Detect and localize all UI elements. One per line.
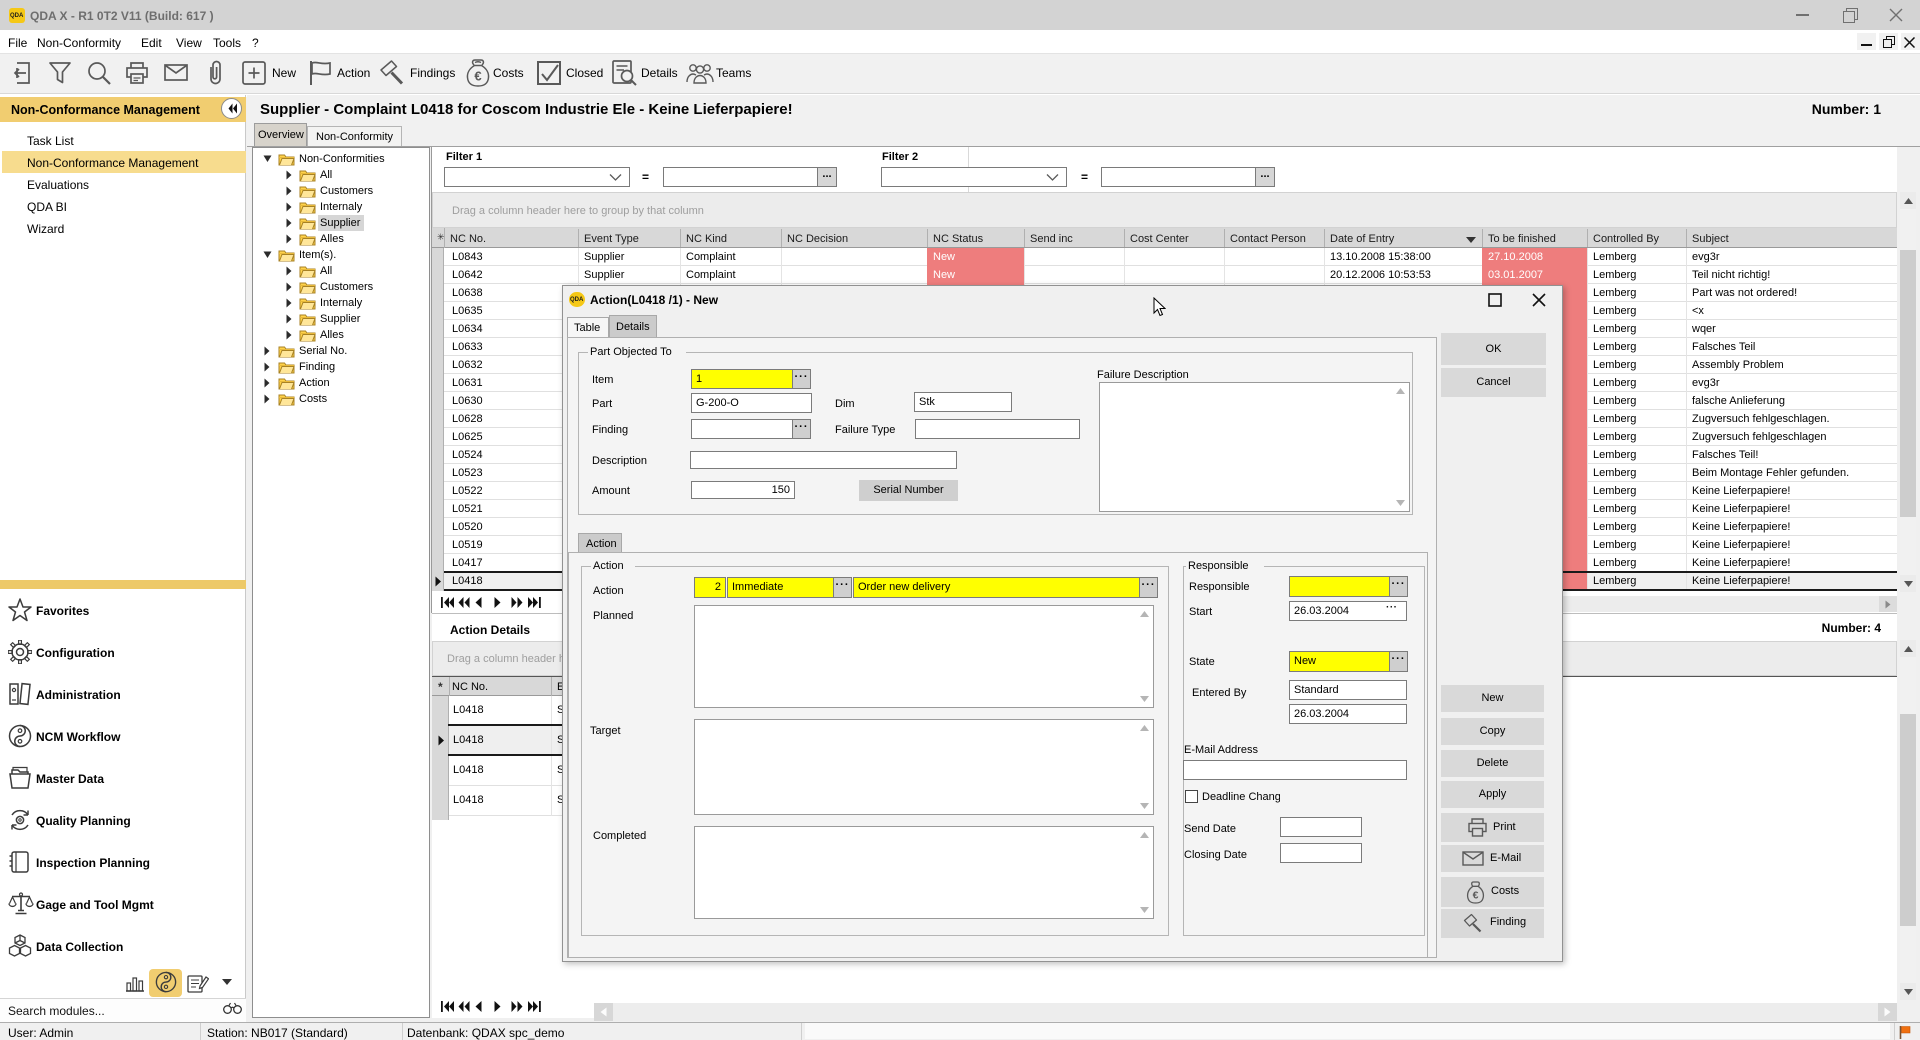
svg-text:€: €	[474, 69, 481, 84]
svg-text:€: €	[1473, 890, 1479, 902]
